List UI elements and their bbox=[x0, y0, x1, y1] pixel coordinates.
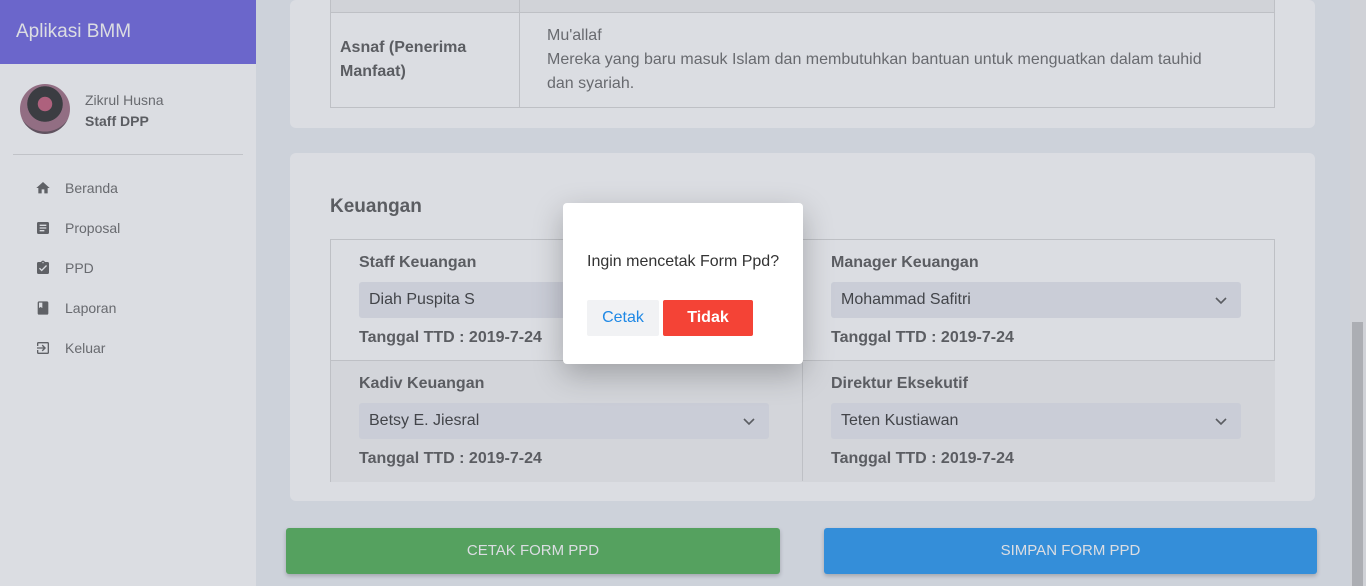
tidak-button[interactable]: Tidak bbox=[663, 300, 753, 336]
cetak-button[interactable]: Cetak bbox=[587, 300, 659, 336]
dialog-message: Ingin mencetak Form Ppd? bbox=[587, 253, 780, 270]
print-confirm-dialog: Ingin mencetak Form Ppd? Cetak Tidak bbox=[563, 203, 803, 364]
